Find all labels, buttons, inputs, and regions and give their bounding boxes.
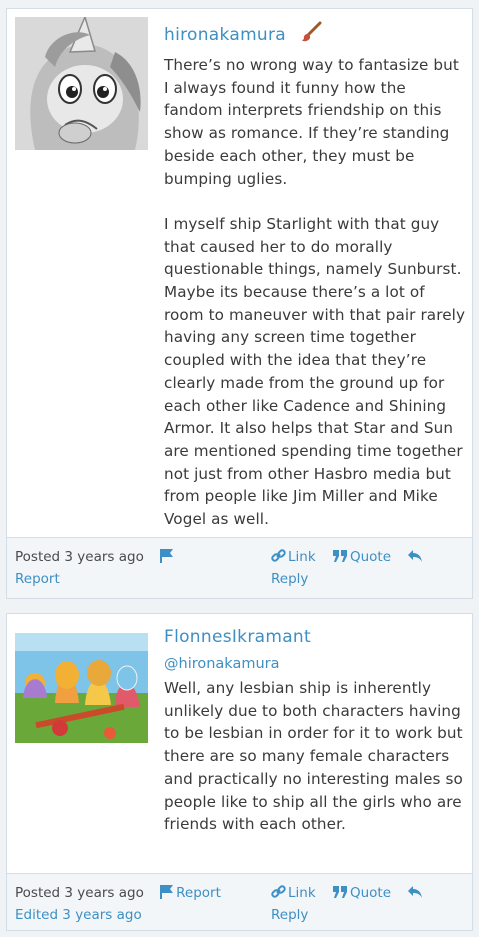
mention-link[interactable]: @hironakamura (164, 653, 466, 675)
quote-button[interactable]: Quote (350, 885, 391, 901)
comment-paragraph: I myself ship Starlight with that guy th… (164, 214, 466, 529)
link-icon[interactable] (271, 884, 286, 905)
comment-2: FlonnesIkramant @hironakamura Well, any … (6, 613, 473, 931)
reply-button[interactable]: Reply (271, 907, 308, 923)
comment-paragraph: Well, any lesbian ship is inherently unl… (164, 679, 463, 834)
link-button[interactable]: Link (288, 885, 316, 901)
paintbrush-icon (300, 21, 322, 50)
author-name[interactable]: FlonnesIkramant (164, 625, 466, 649)
reply-icon[interactable] (407, 549, 423, 569)
posted-time: Posted 3 years ago (15, 885, 144, 901)
author-name[interactable]: hironakamura (164, 21, 466, 50)
quote-icon[interactable] (332, 885, 348, 905)
comment-1: hironakamura There’s no wrong way to fan… (6, 8, 473, 599)
avatar[interactable] (15, 17, 148, 150)
author-name-text[interactable]: FlonnesIkramant (164, 627, 311, 647)
quote-icon[interactable] (332, 549, 348, 569)
report-link[interactable]: Report (15, 571, 60, 587)
link-button[interactable]: Link (288, 549, 316, 565)
reply-button[interactable]: Reply (271, 571, 308, 587)
flag-icon[interactable] (160, 548, 174, 569)
comment-text: There’s no wrong way to fantasize but I … (164, 54, 466, 531)
comment-footer: Posted 3 years ago Report Link Quote Rep… (7, 537, 472, 598)
avatar[interactable] (15, 633, 148, 743)
reply-icon[interactable] (407, 885, 423, 905)
quote-button[interactable]: Quote (350, 549, 391, 565)
report-link[interactable]: Report (176, 885, 221, 901)
comment-text: Well, any lesbian ship is inherently unl… (164, 677, 466, 836)
flag-icon[interactable] (160, 884, 174, 905)
author-name-text[interactable]: hironakamura (164, 25, 286, 45)
link-icon[interactable] (271, 548, 286, 569)
edited-time[interactable]: Edited 3 years ago (15, 907, 142, 923)
posted-time: Posted 3 years ago (15, 549, 144, 565)
comment-paragraph: There’s no wrong way to fantasize but I … (164, 56, 459, 188)
comment-footer: Posted 3 years ago Report Edited 3 years… (7, 873, 472, 930)
